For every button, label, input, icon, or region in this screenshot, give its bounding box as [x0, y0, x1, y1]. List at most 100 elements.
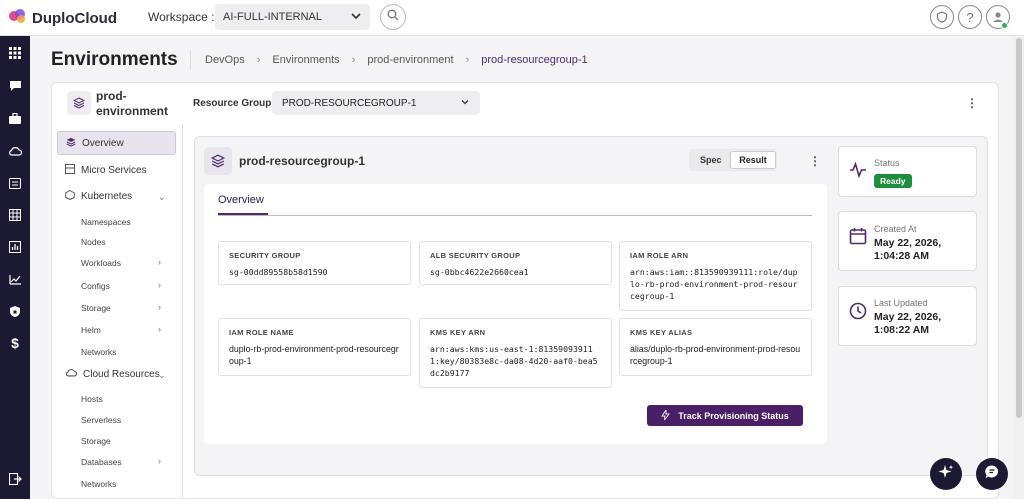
activity-icon — [849, 161, 867, 183]
workspace-select[interactable]: AI-FULL-INTERNAL — [215, 4, 370, 30]
chevron-right-icon[interactable]: › — [158, 456, 161, 466]
created-at-value: May 22, 2026, 1:04:28 AM — [874, 237, 942, 262]
breadcrumb-separator: › — [256, 54, 261, 66]
logo-icon — [8, 8, 28, 29]
field-value: alias/duplo-rb-prod-environment-prod-res… — [630, 344, 801, 366]
briefcase-icon[interactable] — [7, 110, 23, 126]
field-value: sg-00dd89558b58d1590 — [229, 267, 328, 277]
field-label: IAM ROLE NAME — [229, 328, 294, 337]
subnav-helm[interactable]: Helm — [81, 325, 101, 335]
subnav-cloud-storage[interactable]: Storage — [81, 436, 111, 446]
field-label: KMS KEY ALIAS — [630, 328, 693, 337]
chevron-right-icon[interactable]: › — [158, 280, 161, 290]
kubernetes-icon — [65, 189, 75, 203]
subnav-nodes[interactable]: Nodes — [81, 237, 106, 247]
lightning-icon — [661, 408, 671, 422]
subnav-overview-label: Overview — [82, 137, 124, 149]
left-rail — [0, 36, 30, 499]
cloud-icon — [65, 368, 78, 380]
clock-icon — [849, 302, 867, 325]
field-kms-key-arn: KMS KEY ARN arn:aws:kms:us-east-1:813590… — [419, 318, 612, 388]
field-iam-role-name: IAM ROLE NAME duplo-rb-prod-environment-… — [218, 318, 411, 376]
list-icon[interactable] — [7, 175, 23, 191]
logout-icon[interactable] — [7, 471, 23, 487]
status-label: Status — [874, 158, 900, 168]
subnav-networks[interactable]: Networks — [81, 347, 116, 357]
search-button[interactable] — [380, 4, 406, 30]
cloud-icon[interactable] — [7, 143, 23, 159]
resource-group-value: PROD-RESOURCEGROUP-1 — [282, 98, 417, 109]
page-title: Environments — [51, 49, 178, 70]
tab-overview[interactable]: Overview — [218, 194, 264, 206]
chevron-down-icon[interactable]: ⌄ — [158, 192, 166, 203]
subnav-cloud-resources-label: Cloud Resources — [83, 368, 160, 380]
security-icon[interactable] — [7, 303, 23, 319]
created-at-label: Created At — [874, 224, 917, 234]
breadcrumb-devops[interactable]: DevOps — [205, 54, 245, 66]
field-value: sg-0bbc4622e2660cea1 — [430, 267, 529, 277]
subnav-micro-services[interactable]: Micro Services — [57, 158, 176, 182]
kebab-icon[interactable]: ⋮ — [966, 96, 978, 110]
chart-icon[interactable] — [7, 271, 23, 287]
toggle-spec[interactable]: Spec — [700, 155, 722, 165]
chevron-right-icon[interactable]: › — [158, 324, 161, 334]
scrollbar-thumb[interactable] — [1016, 38, 1022, 418]
last-updated-card: Last Updated May 22, 2026, 1:08:22 AM — [838, 286, 977, 346]
field-label: KMS KEY ARN — [430, 328, 486, 337]
subnav-namespaces[interactable]: Namespaces — [81, 217, 131, 227]
created-at-card: Created At May 22, 2026, 1:04:28 AM — [838, 211, 977, 271]
subnav-kubernetes-label: Kubernetes — [81, 190, 133, 202]
support-chat-button[interactable] — [976, 458, 1008, 490]
shield-icon[interactable] — [930, 5, 954, 29]
subnav-serverless[interactable]: Serverless — [81, 415, 121, 425]
status-badge: Ready — [874, 174, 912, 188]
subnav-hosts[interactable]: Hosts — [81, 394, 103, 404]
field-value: duplo-rb-prod-environment-prod-resourceg… — [229, 344, 399, 366]
resource-group-name: prod-resourcegroup-1 — [239, 154, 366, 168]
breadcrumb-current: prod-resourcegroup-1 — [481, 54, 588, 66]
last-updated-value: May 22, 2026, 1:08:22 AM — [874, 311, 942, 336]
chevron-down-icon[interactable]: ⌄ — [158, 370, 166, 381]
table-icon[interactable] — [7, 207, 23, 223]
breadcrumb-prod-environment[interactable]: prod-environment — [367, 54, 453, 66]
services-icon — [65, 163, 75, 177]
ai-assistant-button[interactable] — [930, 458, 962, 490]
sparkle-icon — [938, 464, 954, 485]
field-iam-role-arn: IAM ROLE ARN arn:aws:iam::813590939111:r… — [619, 241, 812, 311]
environment-name: prod-environment — [96, 89, 169, 118]
layers-icon — [67, 91, 91, 115]
breadcrumb-separator: › — [465, 54, 470, 66]
resource-group-label: Resource Group — [193, 98, 272, 109]
track-provisioning-status-button[interactable]: Track Provisioning Status — [647, 405, 803, 426]
breadcrumb-environments[interactable]: Environments — [272, 54, 339, 66]
chat-icon[interactable] — [7, 78, 23, 94]
subnav-micro-services-label: Micro Services — [81, 164, 147, 176]
field-alb-security-group: ALB SECURITY GROUP sg-0bbc4622e2660cea1 — [419, 241, 612, 285]
field-kms-key-alias: KMS KEY ALIAS alias/duplo-rb-prod-enviro… — [619, 318, 812, 376]
field-label: ALB SECURITY GROUP — [430, 251, 521, 260]
logo[interactable]: DuploCloud — [8, 8, 117, 29]
subnav-configs[interactable]: Configs — [81, 281, 110, 291]
dollar-icon[interactable]: $ — [7, 335, 23, 351]
status-card: Status Ready — [838, 146, 977, 197]
subnav-workloads[interactable]: Workloads — [81, 258, 121, 268]
grid-icon[interactable] — [7, 45, 23, 61]
layers-icon — [204, 147, 232, 175]
kebab-icon[interactable]: ⋮ — [809, 154, 821, 168]
subnav-overview[interactable]: Overview — [57, 131, 176, 155]
toggle-result[interactable]: Result — [730, 151, 776, 169]
help-icon[interactable]: ? — [958, 5, 982, 29]
subnav-cloud-networks[interactable]: Networks — [81, 479, 116, 489]
subnav-databases[interactable]: Databases — [81, 457, 122, 467]
subnav-storage[interactable]: Storage — [81, 303, 111, 313]
chevron-right-icon[interactable]: › — [158, 302, 161, 312]
field-label: SECURITY GROUP — [229, 251, 301, 260]
last-updated-label: Last Updated — [874, 298, 928, 308]
field-value: arn:aws:iam::813590939111:role/duplo-rb-… — [630, 267, 798, 301]
report-icon[interactable] — [7, 239, 23, 255]
search-icon — [387, 8, 399, 26]
workspace-value: AI-FULL-INTERNAL — [223, 11, 323, 23]
resource-group-select[interactable]: PROD-RESOURCEGROUP-1 — [272, 91, 480, 115]
track-button-label: Track Provisioning Status — [678, 410, 789, 421]
chevron-right-icon[interactable]: › — [158, 257, 161, 267]
